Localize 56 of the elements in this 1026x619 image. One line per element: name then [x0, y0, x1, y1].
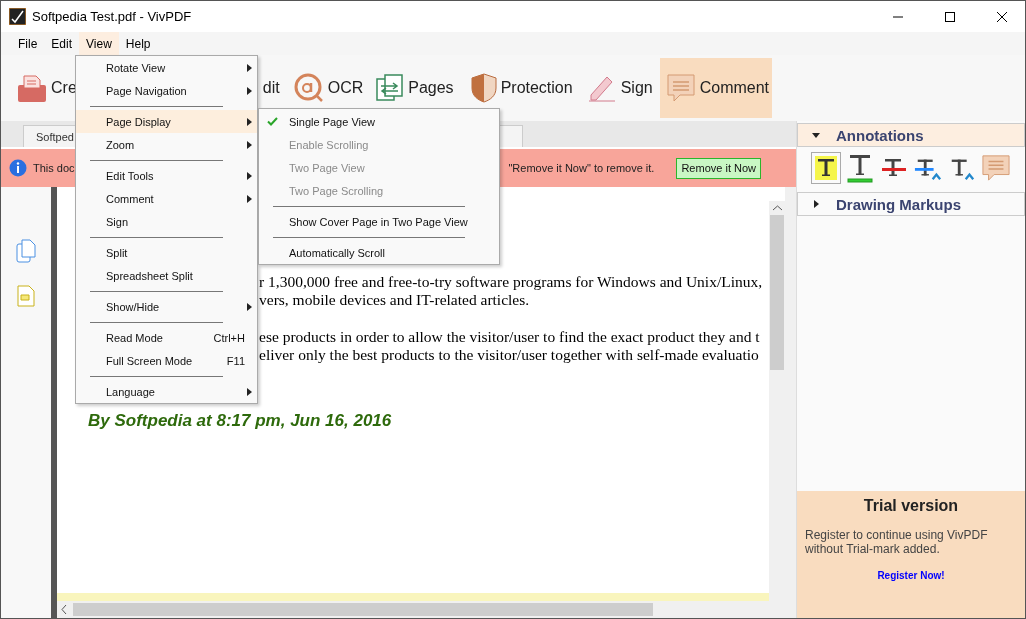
menu-item[interactable]: Spreadsheet Split	[76, 264, 257, 287]
byline-text: By Softpedia at 8:17 pm, Jun 16, 2016	[88, 411, 392, 431]
notice-text: This doc	[33, 162, 75, 174]
menu-item[interactable]: Edit	[44, 32, 80, 55]
menu-item[interactable]: Edit Tools	[76, 164, 257, 187]
annotation-tool[interactable]	[845, 152, 875, 184]
maximize-icon	[945, 11, 955, 22]
menu-item[interactable]: Page Navigation	[76, 79, 257, 102]
caret-icon	[812, 200, 820, 208]
ocr-icon	[293, 73, 324, 103]
note-icon	[982, 153, 1010, 183]
document-text: vers, mobile devices and IT-related articles.	[259, 291, 530, 309]
document-text: r 1,300,000 free and free-to-try software programs for Windows and Unix/Linux,	[259, 273, 763, 291]
section-header[interactable]: Annotations	[797, 123, 1025, 147]
app-logo-icon	[9, 8, 26, 25]
menu-item[interactable]: Rotate View	[76, 56, 257, 79]
menu-item[interactable]: Split	[76, 241, 257, 264]
check-icon	[267, 117, 278, 126]
menu-item[interactable]: Language	[76, 380, 257, 403]
menu-item[interactable]: Comment	[76, 187, 257, 210]
remove-button[interactable]: Remove it Now	[676, 157, 761, 179]
pages-icon	[16, 239, 36, 263]
close-icon	[997, 11, 1007, 22]
document-icon	[17, 285, 35, 307]
menu-item[interactable]: Read Mode Ctrl+H	[76, 326, 257, 349]
menu-item[interactable]: Zoom	[76, 133, 257, 156]
annotation-tool[interactable]	[811, 152, 841, 184]
shield-icon	[470, 73, 497, 103]
underline-text-icon	[847, 153, 873, 183]
menu-item[interactable]: Page Display	[76, 110, 257, 133]
trial-text: Register to continue using VivPDF without Trial-mark added.	[805, 528, 989, 556]
menu-item[interactable]: File	[11, 32, 45, 55]
window-title: Softpedia Test.pdf - VivPDF	[32, 9, 193, 24]
document-text: eliver only the best products to the visitor/user together with self-made evaluatio	[259, 346, 759, 364]
notice-text: "Remove it Now" to remove it.	[508, 162, 655, 174]
menu-item[interactable]: View	[79, 32, 119, 55]
menu-item[interactable]: Sign	[76, 210, 257, 233]
document-text: ese products in order to allow the visitor/user to find the exact product they and t	[259, 328, 760, 346]
menu-item[interactable]: Show Cover Page in Two Page View	[259, 210, 499, 233]
register-link[interactable]: Register Now!	[877, 570, 945, 581]
trial-title: Trial version	[862, 497, 960, 515]
toolbar-button[interactable]: Sign	[584, 58, 655, 118]
toolbar-button[interactable]: Comment	[659, 58, 773, 118]
menu-item[interactable]: Show/Hide	[76, 295, 257, 318]
info-icon	[9, 159, 27, 177]
highlight-text-icon	[814, 155, 838, 181]
vertical-scrollbar[interactable]	[769, 201, 785, 618]
menu-item[interactable]: Help	[118, 32, 158, 55]
menu-item[interactable]: Automatically Scroll	[259, 241, 499, 264]
printer-icon	[17, 73, 47, 103]
comment-icon	[665, 73, 696, 103]
section-header[interactable]: Drawing Markups	[797, 192, 1025, 216]
pages-icon	[376, 74, 405, 102]
menu-item[interactable]: Full Screen Mode F11	[76, 349, 257, 372]
caret-icon	[812, 131, 820, 139]
horizontal-scrollbar[interactable]	[57, 601, 769, 618]
